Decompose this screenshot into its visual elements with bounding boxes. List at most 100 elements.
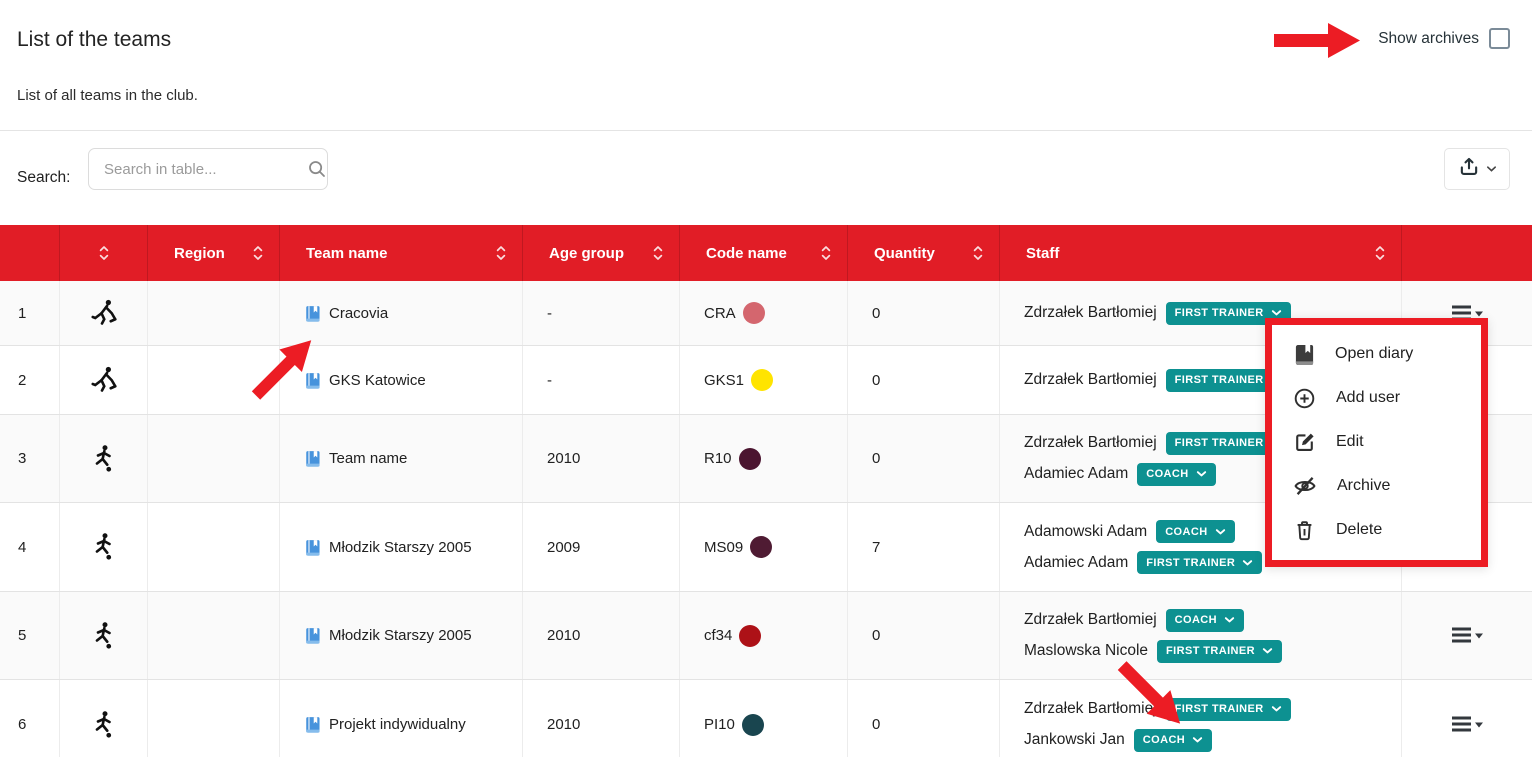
menu-item-edit[interactable]: Edit [1272, 420, 1481, 464]
menu-item-delete[interactable]: Delete [1272, 508, 1481, 552]
code-name: cf34 [704, 627, 732, 644]
code-name-cell: cf34 [680, 592, 848, 679]
row-context-menu: Open diary Add user Edit Archive Delete [1265, 318, 1488, 567]
role-badge[interactable]: COACH [1166, 609, 1244, 632]
col-team-name[interactable]: Team name [280, 225, 523, 281]
role-badge[interactable]: FIRST TRAINER [1137, 551, 1262, 574]
row-number: 5 [0, 592, 60, 679]
col-age-group[interactable]: Age group [523, 225, 680, 281]
row-number: 4 [0, 503, 60, 591]
diary-icon[interactable] [304, 304, 321, 323]
team-name[interactable]: Cracovia [329, 305, 388, 322]
show-archives-checkbox[interactable] [1489, 28, 1510, 49]
quantity-cell: 0 [848, 680, 1000, 757]
team-name[interactable]: Młodzik Starszy 2005 [329, 627, 472, 644]
sort-icon [821, 245, 831, 261]
staff-name: Zdrzałek Bartłomiej [1024, 304, 1157, 322]
soccer-player-icon [89, 444, 119, 474]
col-row-number [0, 225, 60, 281]
table-toolbar: Search: [0, 131, 1532, 224]
team-color-dot [751, 369, 773, 391]
staff-cell: Zdrzałek Bartłomiej COACH Maslowska Nico… [1000, 592, 1402, 679]
region-cell [148, 503, 280, 591]
role-badge[interactable]: COACH [1137, 463, 1215, 486]
search-box [88, 148, 328, 190]
menu-item-add-user[interactable]: Add user [1272, 376, 1481, 420]
team-name[interactable]: Projekt indywidualny [329, 716, 466, 733]
col-region[interactable]: Region [148, 225, 280, 281]
chevron-down-icon [1262, 647, 1273, 655]
sort-icon [99, 245, 109, 261]
menu-item-label: Archive [1337, 477, 1390, 495]
row-menu-button[interactable] [1452, 626, 1483, 645]
discipline-cell [60, 680, 148, 757]
team-name-cell: GKS Katowice [280, 346, 523, 414]
quantity-cell: 0 [848, 592, 1000, 679]
staff-name: Adamiec Adam [1024, 465, 1128, 483]
discipline-cell [60, 503, 148, 591]
role-badge[interactable]: COACH [1134, 729, 1212, 752]
menu-item-label: Add user [1336, 389, 1400, 407]
show-archives-label: Show archives [1378, 30, 1479, 48]
diary-icon[interactable] [304, 715, 321, 734]
region-cell [148, 592, 280, 679]
quantity-cell: 0 [848, 346, 1000, 414]
staff-name: Adamowski Adam [1024, 523, 1147, 541]
staff-cell: Zdrzałek Bartłomiej FIRST TRAINER Jankow… [1000, 680, 1402, 757]
col-staff[interactable]: Staff [1000, 225, 1402, 281]
team-name-cell: Team name [280, 415, 523, 502]
diary-icon[interactable] [304, 538, 321, 557]
soccer-player-icon [89, 621, 119, 651]
role-badge[interactable]: COACH [1156, 520, 1234, 543]
role-badge[interactable]: FIRST TRAINER [1157, 640, 1282, 663]
page-header: List of the teams List of all teams in t… [0, 0, 1532, 131]
diary-icon[interactable] [304, 449, 321, 468]
search-input[interactable] [89, 161, 307, 178]
col-code-name[interactable]: Code name [680, 225, 848, 281]
team-color-dot [742, 714, 764, 736]
chevron-down-icon [1196, 470, 1207, 478]
menu-item-label: Edit [1336, 433, 1364, 451]
team-name[interactable]: Team name [329, 450, 407, 467]
page-title: List of the teams [17, 28, 171, 52]
diary-icon[interactable] [304, 371, 321, 390]
col-staff-label: Staff [1026, 245, 1059, 262]
diary-icon [1293, 343, 1315, 366]
row-number: 3 [0, 415, 60, 502]
table-header-row: Region Team name Age group Code name Qua… [0, 225, 1532, 281]
chevron-down-icon [1271, 309, 1282, 317]
col-team-name-label: Team name [306, 245, 387, 262]
export-button[interactable] [1444, 148, 1510, 190]
staff-name: Zdrzałek Bartłomiej [1024, 700, 1157, 718]
sort-icon [973, 245, 983, 261]
team-name-cell: Projekt indywidualny [280, 680, 523, 757]
menu-item-archive[interactable]: Archive [1272, 464, 1481, 508]
row-menu-button[interactable] [1452, 715, 1483, 734]
hockey-player-icon [89, 298, 119, 328]
row-actions-cell [1402, 592, 1532, 679]
team-name[interactable]: GKS Katowice [329, 372, 426, 389]
staff-name: Zdrzałek Bartłomiej [1024, 611, 1157, 629]
delete-icon [1293, 519, 1316, 542]
col-quantity[interactable]: Quantity [848, 225, 1000, 281]
staff-name: Jankowski Jan [1024, 731, 1125, 749]
col-discipline[interactable] [60, 225, 148, 281]
sort-icon [1375, 245, 1385, 261]
staff-name: Zdrzałek Bartłomiej [1024, 434, 1157, 452]
soccer-player-icon [89, 710, 119, 740]
quantity-cell: 7 [848, 503, 1000, 591]
col-quantity-label: Quantity [874, 245, 935, 262]
sort-icon [496, 245, 506, 261]
age-group-cell: 2010 [523, 415, 680, 502]
discipline-cell [60, 592, 148, 679]
diary-icon[interactable] [304, 626, 321, 645]
show-archives-control: Show archives [1378, 28, 1510, 49]
search-label: Search: [17, 169, 70, 187]
code-name-cell: R10 [680, 415, 848, 502]
teams-page: List of the teams List of all teams in t… [0, 0, 1532, 757]
staff-name: Zdrzałek Bartłomiej [1024, 371, 1157, 389]
menu-item-open-diary[interactable]: Open diary [1272, 332, 1481, 376]
team-name[interactable]: Młodzik Starszy 2005 [329, 539, 472, 556]
table-row: 5 Młodzik Starszy 2005 2010 cf34 0 Zdrza… [0, 592, 1532, 680]
role-badge[interactable]: FIRST TRAINER [1166, 698, 1291, 721]
